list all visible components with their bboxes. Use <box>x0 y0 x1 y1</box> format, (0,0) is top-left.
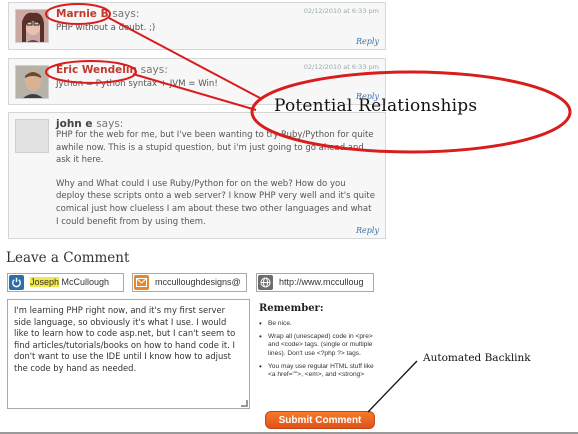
comment-date: 02/12/2010 at 6:33 pm <box>303 7 379 15</box>
globe-icon <box>258 275 273 290</box>
comment-item: john e says: PHP for the web for me, but… <box>8 112 386 239</box>
comment-author[interactable]: Eric Wendelin says: <box>56 64 168 76</box>
comment-item: Marnie B says: 02/12/2010 at 6:33 pm PHP… <box>8 2 386 50</box>
submit-comment-button[interactable]: Submit Comment <box>265 411 375 429</box>
comment-date: 02/12/2010 at 6:33 pm <box>303 63 379 71</box>
reply-link[interactable]: Reply <box>356 226 379 235</box>
name-value: Joseph McCullough <box>30 277 110 287</box>
annotation-backlink: Automated Backlink <box>423 352 531 364</box>
form-title: Leave a Comment <box>6 250 130 266</box>
comment-paragraph: Why and What could I use Ruby/Python for… <box>56 178 375 227</box>
remember-box: Remember: Be nice. Wrap all (unescaped) … <box>259 303 379 384</box>
reply-link[interactable]: Reply <box>356 37 379 46</box>
envelope-icon <box>134 275 149 290</box>
comment-author[interactable]: Marnie B says: <box>56 8 139 20</box>
avatar <box>15 65 49 99</box>
power-icon <box>9 275 24 290</box>
comment-body: Jython = Python syntax + JVM = Win! <box>56 79 218 89</box>
comment-text: I'm learning PHP right now, and it's my … <box>14 305 236 373</box>
remember-item: You may use regular HTML stuff like <a h… <box>259 363 379 379</box>
website-value: http://www.mcculloug <box>279 277 364 287</box>
remember-title: Remember: <box>259 303 324 314</box>
email-value: mcculloughdesigns@ <box>155 277 241 287</box>
comment-body: PHP for the web for me, but I've been wa… <box>56 129 375 228</box>
avatar-placeholder <box>15 119 49 153</box>
website-field[interactable]: http://www.mcculloug <box>256 273 374 292</box>
email-field[interactable]: mcculloughdesigns@ <box>132 273 247 292</box>
comment-body: PHP without a doubt. ;) <box>56 23 156 33</box>
avatar <box>15 9 49 43</box>
remember-item: Wrap all (unescaped) code in <pre> and <… <box>259 333 379 358</box>
annotation-relationships: Potential Relationships <box>274 96 478 116</box>
comment-textarea[interactable]: I'm learning PHP right now, and it's my … <box>7 299 250 409</box>
remember-item: Be nice. <box>259 320 379 328</box>
resize-handle[interactable] <box>241 400 248 407</box>
name-field[interactable]: Joseph McCullough <box>7 273 124 292</box>
comment-paragraph: PHP for the web for me, but I've been wa… <box>56 130 374 166</box>
